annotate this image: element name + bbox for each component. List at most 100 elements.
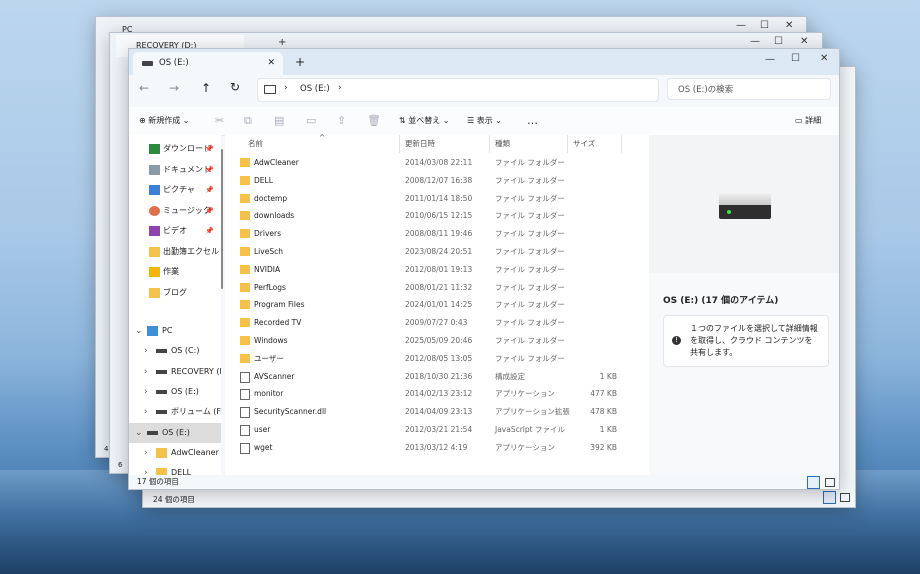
table-row[interactable]: user 2012/03/21 21:54 JavaScript ファイル 1 KB <box>225 421 649 439</box>
up-button[interactable]: ↑ <box>201 81 211 95</box>
maximize-icon[interactable]: ☐ <box>774 36 783 47</box>
folder-icon <box>149 287 160 298</box>
close-button[interactable]: ✕ <box>820 53 828 64</box>
sidebar-item-quick[interactable]: ドキュメント 📌 <box>129 160 221 180</box>
share-icon[interactable]: ⇪ <box>337 107 346 135</box>
tab-os-e[interactable]: OS (E:) ✕ <box>133 52 283 75</box>
new-tab-button[interactable]: + <box>295 55 305 69</box>
maximize-icon[interactable]: ☐ <box>760 20 769 31</box>
chevron-right-icon[interactable]: › <box>144 463 148 475</box>
new-item-button[interactable]: ⊕ 新規作成 ⌄ <box>139 107 190 135</box>
sidebar-tree-item[interactable]: › AdwCleaner <box>129 443 221 463</box>
table-row[interactable]: DELL 2008/12/07 16:38 ファイル フォルダー <box>225 172 649 190</box>
pin-icon[interactable]: 📌 <box>205 221 214 241</box>
table-row[interactable]: downloads 2010/06/15 12:15 ファイル フォルダー <box>225 207 649 225</box>
sidebar-tree-item[interactable]: › OS (C:) <box>129 341 221 361</box>
chevron-down-icon[interactable]: ⌄ <box>135 423 143 443</box>
breadcrumb-os-e[interactable]: OS (E:) <box>300 84 330 94</box>
minimize-icon[interactable]: — <box>750 36 760 47</box>
sidebar-item-quick[interactable]: ダウンロード 📌 <box>129 139 221 159</box>
copy-icon[interactable]: ⧉ <box>244 107 252 135</box>
close-tab-icon[interactable]: ✕ <box>267 52 275 75</box>
table-row[interactable]: monitor 2014/02/13 23:12 アプリケーション 477 KB <box>225 385 649 403</box>
paste-icon[interactable]: ▤ <box>274 107 284 135</box>
table-row[interactable]: doctemp 2011/01/14 18:50 ファイル フォルダー <box>225 190 649 208</box>
pin-icon[interactable]: 📌 <box>205 201 214 221</box>
sidebar-tree-item[interactable]: ⌄ OS (E:) <box>129 422 221 443</box>
sidebar-item-quick[interactable]: 出勤簿エクセル <box>129 242 221 262</box>
sidebar-item-quick[interactable]: ピクチャ 📌 <box>129 180 221 200</box>
sidebar-item-quick[interactable]: 作業 <box>129 262 221 282</box>
table-row[interactable]: AVScanner 2018/10/30 21:36 構成設定 1 KB <box>225 368 649 386</box>
search-input[interactable]: OS (E:)の検索 <box>667 78 831 100</box>
sidebar-tree-item[interactable]: ⌄ PC <box>129 321 221 341</box>
back-button[interactable]: ← <box>139 81 149 95</box>
list-view-icon[interactable] <box>807 476 820 489</box>
table-row[interactable]: Program Files 2024/01/01 14:25 ファイル フォルダー <box>225 296 649 314</box>
column-divider[interactable] <box>567 135 568 153</box>
rename-icon[interactable]: ▭ <box>306 107 316 135</box>
table-row[interactable]: NVIDIA 2012/08/01 19:13 ファイル フォルダー <box>225 261 649 279</box>
sidebar-tree-item[interactable]: › RECOVERY (D:) <box>129 362 221 382</box>
pin-icon[interactable]: 📌 <box>205 180 214 200</box>
column-header-type[interactable]: 種類 <box>495 135 510 153</box>
address-bar[interactable]: › OS (E:) › <box>257 78 659 102</box>
navigation-pane[interactable]: ダウンロード 📌 ドキュメント 📌 ピクチャ 📌 ミュージック 📌 ビデオ 📌 出勤簿エクセル 作業ブ… <box>129 135 221 475</box>
explorer-window[interactable]: OS (E:) ✕ + — ☐ ✕ ← → ↑ ↻ › OS (E:) › OS… <box>128 48 840 490</box>
sort-button[interactable]: ⇅ 並べ替え ⌄ <box>399 107 450 135</box>
chevron-right-icon[interactable]: › <box>144 341 148 361</box>
refresh-button[interactable]: ↻ <box>230 80 240 94</box>
chevron-right-icon[interactable]: › <box>144 382 148 402</box>
new-tab-icon[interactable]: + <box>278 37 286 48</box>
column-divider[interactable] <box>621 135 622 153</box>
column-header-size[interactable]: サイズ <box>573 135 595 153</box>
chevron-right-icon[interactable]: › <box>144 443 148 463</box>
minimize-button[interactable]: — <box>765 54 775 65</box>
chevron-right-icon[interactable]: › <box>144 402 148 422</box>
pin-icon[interactable]: 📌 <box>205 160 214 180</box>
table-row[interactable]: SecurityScanner.dll 2014/04/09 23:13 アプリケー… <box>225 403 649 421</box>
more-button[interactable]: … <box>527 107 538 135</box>
pin-icon[interactable]: 📌 <box>205 139 214 159</box>
column-header-name[interactable]: 名前 <box>248 135 263 153</box>
close-icon[interactable]: ✕ <box>785 20 793 31</box>
table-row[interactable]: wget 2013/03/12 4:19 アプリケーション 392 KB <box>225 439 649 457</box>
column-header-modified[interactable]: 更新日時 <box>405 135 435 153</box>
music-icon <box>149 205 160 216</box>
table-row[interactable]: AdwCleaner 2014/03/08 22:11 ファイル フォルダー <box>225 154 649 172</box>
chevron-right-icon[interactable]: › <box>284 83 288 93</box>
sidebar-scrollbar[interactable] <box>221 149 223 289</box>
chevron-right-icon[interactable]: › <box>338 83 342 93</box>
title-bar[interactable]: OS (E:) ✕ + — ☐ ✕ <box>129 49 839 75</box>
table-row[interactable]: Drivers 2008/08/11 19:46 ファイル フォルダー <box>225 225 649 243</box>
view-button[interactable]: ☰ 表示 ⌄ <box>467 107 502 135</box>
sidebar-item-quick[interactable]: ミュージック 📌 <box>129 201 221 221</box>
minimize-icon[interactable]: — <box>736 20 746 31</box>
table-row[interactable]: LiveSch 2023/08/24 20:51 ファイル フォルダー <box>225 243 649 261</box>
cut-icon[interactable]: ✂ <box>215 107 224 135</box>
sidebar-tree-item[interactable]: › OS (E:) <box>129 382 221 402</box>
sidebar-tree-item[interactable]: › ボリューム (F:) <box>129 402 221 422</box>
forward-button[interactable]: → <box>169 81 179 95</box>
column-divider[interactable] <box>399 135 400 153</box>
cell-name: Windows <box>254 336 288 345</box>
tile-view-icon[interactable] <box>840 493 850 502</box>
close-icon[interactable]: ✕ <box>800 36 808 47</box>
file-list[interactable]: 名前 ^ 更新日時 種類 サイズ AdwCleaner 2014/03/08 22… <box>225 133 649 475</box>
chevron-down-icon[interactable]: ⌄ <box>135 321 143 341</box>
table-row[interactable]: Windows 2025/05/09 20:46 ファイル フォルダー <box>225 332 649 350</box>
tile-view-icon[interactable] <box>825 478 835 487</box>
sidebar-item-quick[interactable]: ビデオ 📌 <box>129 221 221 241</box>
sidebar-item-quick[interactable]: ブログ <box>129 283 221 303</box>
list-view-icon[interactable] <box>823 491 836 504</box>
table-row[interactable]: PerfLogs 2008/01/21 11:32 ファイル フォルダー <box>225 279 649 297</box>
details-pane-button[interactable]: ▭ 詳細 <box>795 107 821 135</box>
maximize-button[interactable]: ☐ <box>791 53 800 64</box>
sidebar-tree-item[interactable]: › DELL <box>129 463 221 475</box>
drive-icon <box>147 430 158 435</box>
delete-icon[interactable]: 🗑 <box>367 107 381 135</box>
table-row[interactable]: Recorded TV 2009/07/27 0:43 ファイル フォルダー <box>225 314 649 332</box>
chevron-right-icon[interactable]: › <box>144 362 148 382</box>
table-row[interactable]: ユーザー 2012/08/05 13:05 ファイル フォルダー <box>225 350 649 368</box>
column-divider[interactable] <box>489 135 490 153</box>
